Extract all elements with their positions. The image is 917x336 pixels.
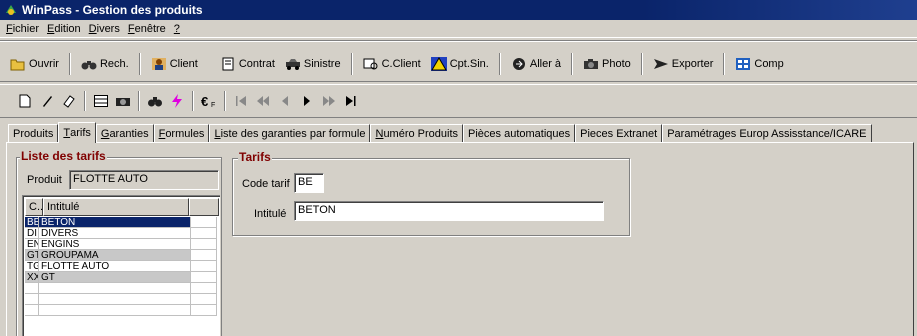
produit-label: Produit bbox=[27, 174, 62, 186]
goto-icon bbox=[512, 58, 525, 70]
document-icon bbox=[222, 57, 234, 71]
tab-garanties[interactable]: Garanties bbox=[95, 124, 154, 142]
camera-icon[interactable] bbox=[112, 91, 134, 111]
cpt-sin-button[interactable]: Cpt.Sin. bbox=[429, 55, 491, 73]
tab-strip: Produits Tarifs Garanties Formules Liste… bbox=[8, 122, 872, 143]
intitule-label: Intitulé bbox=[254, 208, 287, 220]
table-row[interactable]: XXGT bbox=[25, 272, 217, 283]
table-row[interactable]: GTGROUPAMA bbox=[25, 250, 217, 261]
app-icon bbox=[6, 5, 16, 15]
export-button[interactable]: Exporter bbox=[651, 55, 716, 73]
new-doc-icon[interactable] bbox=[14, 91, 36, 111]
table-row[interactable]: ENENGINS bbox=[25, 239, 217, 250]
tarifs-grid[interactable]: C... Intitulé BEBETON DIDIVERS ENENGINS … bbox=[22, 195, 220, 336]
produit-field: FLOTTE AUTO bbox=[69, 170, 219, 190]
record-toolbar: € F bbox=[0, 84, 917, 118]
first-record-icon[interactable] bbox=[230, 91, 252, 111]
menu-bar: Fichier Edition Divers Fenêtre ? bbox=[0, 20, 917, 38]
menu-help[interactable]: ? bbox=[174, 23, 180, 35]
camera-icon bbox=[584, 59, 599, 69]
client-button[interactable]: Client bbox=[149, 55, 200, 73]
tab-pieces-extranet[interactable]: Pieces Extranet bbox=[575, 124, 663, 142]
main-toolbar: Ouvrir Rech. Client Contrat Sinistre C.C… bbox=[0, 40, 917, 82]
grid-header: C... Intitulé bbox=[25, 198, 219, 216]
code-tarif-label: Code tarif bbox=[242, 178, 290, 190]
menu-fenetre[interactable]: Fenêtre bbox=[128, 23, 166, 35]
next-page-icon[interactable] bbox=[318, 91, 340, 111]
tab-liste-garanties[interactable]: Liste des garanties par formule bbox=[209, 124, 371, 142]
tab-formules[interactable]: Formules bbox=[153, 124, 210, 142]
tab-produits[interactable]: Produits bbox=[8, 124, 59, 142]
tab-tarifs[interactable]: Tarifs bbox=[58, 122, 96, 143]
table-row[interactable]: DI DIVERS bbox=[25, 228, 217, 239]
previous-record-icon[interactable] bbox=[274, 91, 296, 111]
photo-button[interactable]: Photo bbox=[581, 55, 633, 73]
binoculars-icon bbox=[81, 61, 97, 70]
last-record-icon[interactable] bbox=[340, 91, 362, 111]
search-client-icon bbox=[363, 58, 378, 70]
title-bar: WinPass - Gestion des produits bbox=[0, 0, 917, 20]
eraser-icon[interactable] bbox=[58, 91, 80, 111]
table-row[interactable] bbox=[25, 283, 217, 294]
grid-rows: BEBETON DIDIVERS ENENGINS GTGROUPAMA TGF… bbox=[25, 217, 217, 316]
warning-icon bbox=[430, 57, 447, 71]
column-header-code[interactable]: C... bbox=[25, 198, 43, 216]
svg-text:€: € bbox=[201, 94, 208, 108]
column-header-intitule[interactable]: Intitulé bbox=[43, 198, 189, 216]
euro-icon[interactable]: € F bbox=[198, 91, 220, 111]
grid-icon[interactable] bbox=[90, 91, 112, 111]
intitule-field[interactable]: BETON bbox=[294, 201, 604, 221]
next-record-icon[interactable] bbox=[296, 91, 318, 111]
menu-divers[interactable]: Divers bbox=[89, 23, 120, 35]
open-button[interactable]: Ouvrir bbox=[8, 55, 61, 73]
car-crash-icon bbox=[285, 59, 300, 70]
contrat-button[interactable]: Contrat bbox=[218, 55, 277, 73]
c-client-button[interactable]: C.Client bbox=[361, 55, 423, 73]
sinistre-button[interactable]: Sinistre bbox=[283, 55, 343, 73]
table-row[interactable]: TGFLOTTE AUTO bbox=[25, 261, 217, 272]
table-row[interactable]: BEBETON bbox=[25, 217, 217, 228]
comp-button[interactable]: Comp bbox=[733, 55, 785, 73]
tab-pieces-automatiques[interactable]: Pièces automatiques bbox=[463, 124, 576, 142]
edit-pencil-icon[interactable] bbox=[36, 91, 58, 111]
window-title: WinPass - Gestion des produits bbox=[22, 3, 203, 17]
code-tarif-field[interactable]: BE bbox=[294, 173, 324, 193]
binoculars-icon[interactable] bbox=[144, 91, 166, 111]
tab-numero-produits[interactable]: Numéro Produits bbox=[370, 124, 464, 142]
client-icon bbox=[151, 58, 166, 70]
comp-icon bbox=[736, 58, 751, 70]
tarifs-legend: Tarifs bbox=[238, 150, 272, 164]
svg-text:F: F bbox=[211, 102, 215, 108]
liste-tarifs-legend: Liste des tarifs bbox=[20, 149, 107, 163]
tarifs-group bbox=[232, 158, 630, 236]
lightning-icon[interactable] bbox=[166, 91, 188, 111]
folder-open-icon bbox=[10, 59, 25, 71]
column-header-extra bbox=[189, 198, 219, 216]
previous-page-icon[interactable] bbox=[252, 91, 274, 111]
search-button[interactable]: Rech. bbox=[79, 55, 131, 73]
tab-parametrages[interactable]: Paramétrages Europ Assisstance/ICARE bbox=[662, 124, 872, 142]
export-arrow-icon bbox=[653, 59, 668, 69]
menu-fichier[interactable]: Fichier bbox=[6, 23, 39, 35]
aller-a-button[interactable]: Aller à bbox=[509, 55, 563, 73]
table-row[interactable] bbox=[25, 294, 217, 305]
table-row[interactable] bbox=[25, 305, 217, 316]
menu-edition[interactable]: Edition bbox=[47, 23, 81, 35]
